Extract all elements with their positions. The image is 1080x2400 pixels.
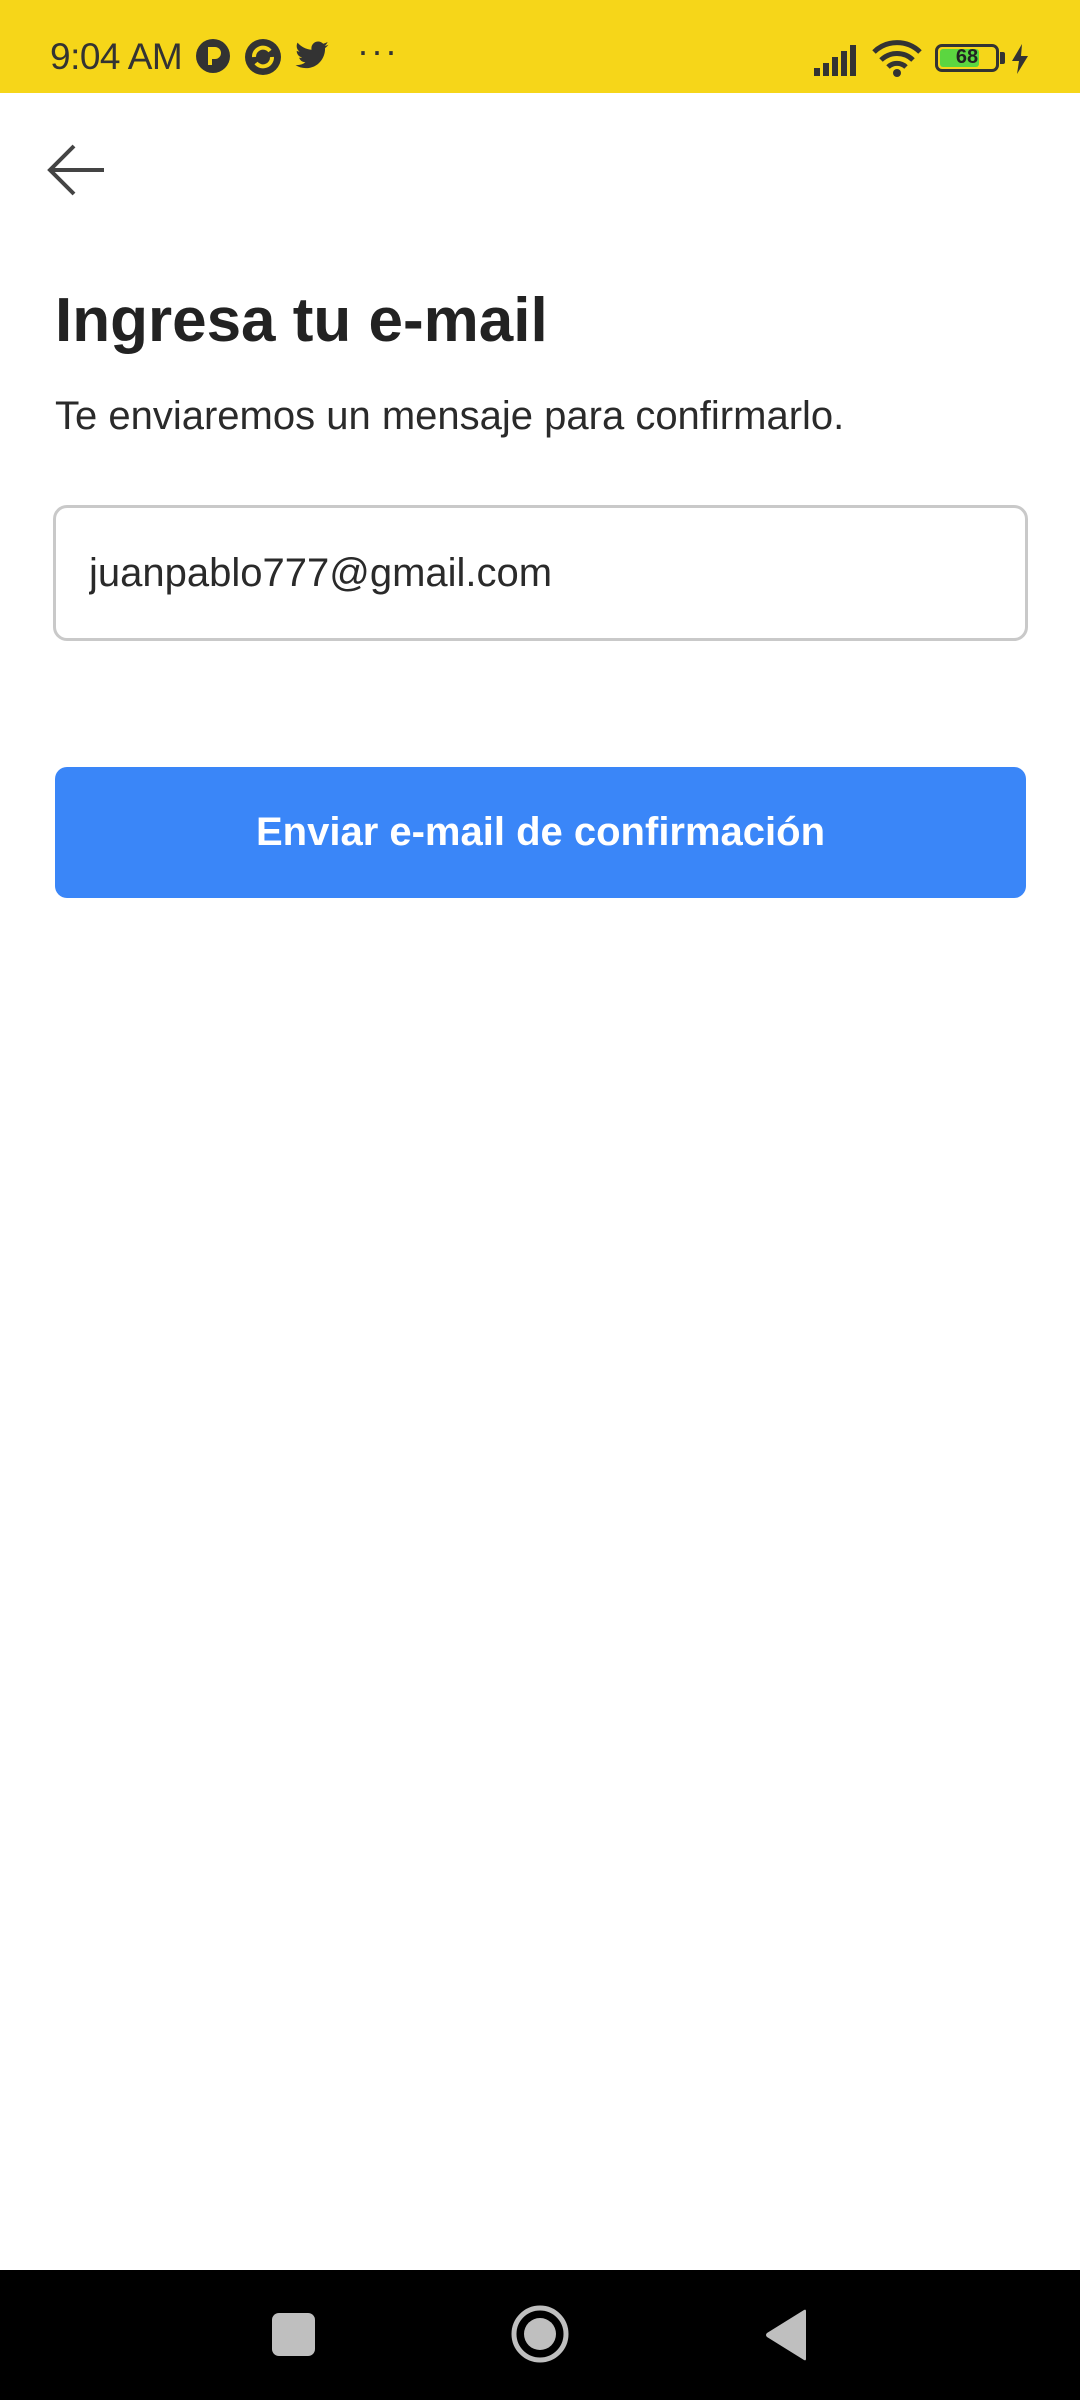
battery-icon: 68 <box>935 44 999 72</box>
arrow-left-icon <box>47 144 104 196</box>
page-title: Ingresa tu e-mail <box>55 286 548 355</box>
notification-app-icon <box>196 39 230 73</box>
status-bar: 9:04 AM ··· 68 <box>0 0 1080 93</box>
recents-icon[interactable] <box>272 2313 315 2356</box>
more-dots-icon: ··· <box>357 30 399 71</box>
charging-icon <box>1012 44 1028 74</box>
back-button[interactable] <box>36 134 116 206</box>
email-field[interactable] <box>53 505 1028 641</box>
back-triangle-icon[interactable] <box>762 2308 812 2362</box>
status-time: 9:04 AM <box>50 36 183 77</box>
sync-app-icon <box>245 39 281 75</box>
email-input[interactable] <box>89 508 1025 638</box>
page-subtitle: Te enviaremos un mensaje para confirmarl… <box>55 394 845 438</box>
battery-level: 68 <box>955 46 979 68</box>
battery-tip <box>1000 52 1005 64</box>
navigation-bar <box>0 2270 1080 2400</box>
home-icon[interactable] <box>510 2304 570 2364</box>
wifi-icon <box>872 40 922 77</box>
signal-icon <box>814 45 856 76</box>
twitter-icon <box>295 41 329 69</box>
send-confirmation-button[interactable]: Enviar e-mail de confirmación <box>55 767 1026 898</box>
home-circle-icon <box>511 2305 569 2363</box>
